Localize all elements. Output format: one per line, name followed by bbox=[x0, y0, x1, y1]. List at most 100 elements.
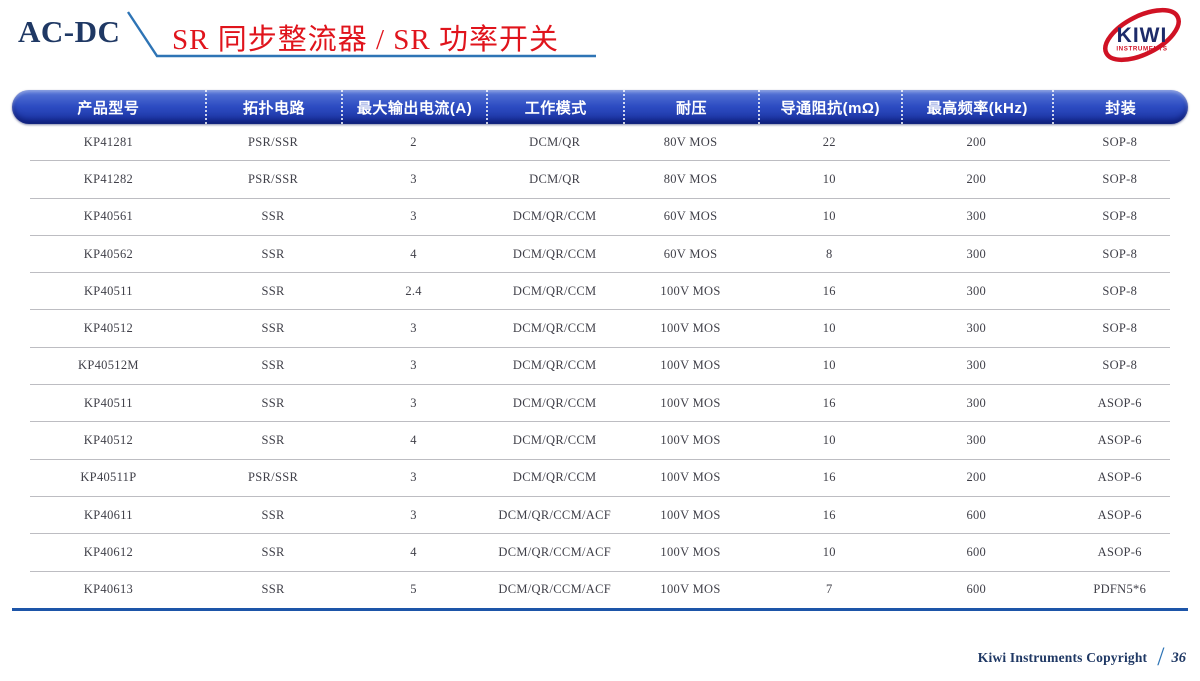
table-cell: SOP-8 bbox=[1052, 135, 1188, 150]
table-cell: SOP-8 bbox=[1052, 247, 1188, 262]
table-cell: KP40562 bbox=[12, 247, 205, 262]
table-cell: DCM/QR/CCM bbox=[486, 358, 624, 373]
table-cell: 3 bbox=[341, 209, 486, 224]
table-cell: SOP-8 bbox=[1052, 284, 1188, 299]
table-row: KP41281PSR/SSR2DCM/QR80V MOS22200SOP-8 bbox=[12, 124, 1188, 160]
table-cell: 200 bbox=[901, 470, 1052, 485]
table-cell: 10 bbox=[758, 433, 901, 448]
table-body: KP41281PSR/SSR2DCM/QR80V MOS22200SOP-8KP… bbox=[12, 124, 1188, 611]
table-cell: KP40512 bbox=[12, 321, 205, 336]
table-row: KP40511SSR2.4DCM/QR/CCM100V MOS16300SOP-… bbox=[12, 273, 1188, 309]
table-row: KP41282PSR/SSR3DCM/QR80V MOS10200SOP-8 bbox=[12, 161, 1188, 197]
table-cell: PDFN5*6 bbox=[1052, 582, 1188, 597]
table-cell: PSR/SSR bbox=[205, 135, 341, 150]
logo-subtitle-text: INSTRUMENTS bbox=[1116, 46, 1167, 53]
table-cell: 3 bbox=[341, 321, 486, 336]
table-cell: 5 bbox=[341, 582, 486, 597]
page-title: SR 同步整流器 / SR 功率开关 bbox=[172, 16, 559, 58]
table-cell: DCM/QR/CCM bbox=[486, 247, 624, 262]
table-cell: 3 bbox=[341, 172, 486, 187]
table-cell: 60V MOS bbox=[623, 247, 757, 262]
table-row: KP40512MSSR3DCM/QR/CCM100V MOS10300SOP-8 bbox=[12, 348, 1188, 384]
table-cell: KP40561 bbox=[12, 209, 205, 224]
table-cell: 2 bbox=[341, 135, 486, 150]
page-footer: Kiwi Instruments Copyright / 36 bbox=[978, 645, 1186, 671]
table-cell: ASOP-6 bbox=[1052, 433, 1188, 448]
table-cell: SOP-8 bbox=[1052, 172, 1188, 187]
table-cell: 100V MOS bbox=[623, 358, 757, 373]
kiwi-logo-graphic: KIWI INSTRUMENTS bbox=[1092, 4, 1192, 68]
table-cell: SSR bbox=[205, 508, 341, 523]
table-cell: 4 bbox=[341, 247, 486, 262]
table-cell: ASOP-6 bbox=[1052, 508, 1188, 523]
table-cell: 16 bbox=[758, 470, 901, 485]
table-cell: SSR bbox=[205, 545, 341, 560]
table-row: KP40512SSR4DCM/QR/CCM100V MOS10300ASOP-6 bbox=[12, 422, 1188, 458]
page-number: 36 bbox=[1172, 650, 1187, 667]
table-header-row: 产品型号拓扑电路最大输出电流(A)工作模式耐压导通阻抗(mΩ)最高频率(kHz)… bbox=[12, 90, 1188, 124]
table-cell: 200 bbox=[901, 172, 1052, 187]
table-cell: DCM/QR/CCM bbox=[486, 396, 624, 411]
slide: AC-DC SR 同步整流器 / SR 功率开关 KIWI INSTRUMENT… bbox=[0, 0, 1200, 681]
table-cell: 10 bbox=[758, 172, 901, 187]
table-cell: SSR bbox=[205, 209, 341, 224]
table-cell: 10 bbox=[758, 358, 901, 373]
table-cell: ASOP-6 bbox=[1052, 545, 1188, 560]
category-title: AC-DC bbox=[18, 14, 120, 50]
table-cell: DCM/QR/CCM bbox=[486, 321, 624, 336]
table-cell: 300 bbox=[901, 321, 1052, 336]
table-cell: 10 bbox=[758, 209, 901, 224]
table-row: KP40511PPSR/SSR3DCM/QR/CCM100V MOS16200A… bbox=[12, 460, 1188, 496]
table-row: KP40612SSR4DCM/QR/CCM/ACF100V MOS10600AS… bbox=[12, 534, 1188, 570]
table-cell: 60V MOS bbox=[623, 209, 757, 224]
table-cell: KP40512 bbox=[12, 433, 205, 448]
column-header: 封装 bbox=[1052, 90, 1188, 124]
column-header: 最大输出电流(A) bbox=[341, 90, 486, 124]
table-cell: PSR/SSR bbox=[205, 172, 341, 187]
table-cell: SOP-8 bbox=[1052, 358, 1188, 373]
column-header: 耐压 bbox=[623, 90, 757, 124]
table-cell: SSR bbox=[205, 396, 341, 411]
table-cell: 10 bbox=[758, 321, 901, 336]
table-cell: SSR bbox=[205, 321, 341, 336]
table-cell: 600 bbox=[901, 508, 1052, 523]
table-cell: 300 bbox=[901, 433, 1052, 448]
table-cell: 100V MOS bbox=[623, 582, 757, 597]
table-cell: KP41282 bbox=[12, 172, 205, 187]
copyright-text: Kiwi Instruments Copyright bbox=[978, 650, 1147, 666]
table-cell: 100V MOS bbox=[623, 470, 757, 485]
table-cell: 600 bbox=[901, 582, 1052, 597]
table-row: KP40562SSR4DCM/QR/CCM60V MOS8300SOP-8 bbox=[12, 236, 1188, 272]
table-cell: 100V MOS bbox=[623, 321, 757, 336]
column-header: 产品型号 bbox=[12, 90, 205, 124]
table-cell: 10 bbox=[758, 545, 901, 560]
table-cell: 4 bbox=[341, 545, 486, 560]
table-cell: 300 bbox=[901, 284, 1052, 299]
table-cell: SOP-8 bbox=[1052, 209, 1188, 224]
table-cell: 2.4 bbox=[341, 284, 486, 299]
table-cell: SSR bbox=[205, 247, 341, 262]
table-cell: SSR bbox=[205, 433, 341, 448]
table-row: KP40611SSR3DCM/QR/CCM/ACF100V MOS16600AS… bbox=[12, 497, 1188, 533]
table-cell: 300 bbox=[901, 396, 1052, 411]
table-cell: 3 bbox=[341, 508, 486, 523]
table-cell: PSR/SSR bbox=[205, 470, 341, 485]
table-cell: 300 bbox=[901, 209, 1052, 224]
table-cell: ASOP-6 bbox=[1052, 470, 1188, 485]
table-cell: SOP-8 bbox=[1052, 321, 1188, 336]
table-cell: 100V MOS bbox=[623, 396, 757, 411]
table-cell: 300 bbox=[901, 247, 1052, 262]
table-row: KP40561SSR3DCM/QR/CCM60V MOS10300SOP-8 bbox=[12, 199, 1188, 235]
table-cell: SSR bbox=[205, 358, 341, 373]
column-header: 拓扑电路 bbox=[205, 90, 341, 124]
table-cell: 200 bbox=[901, 135, 1052, 150]
table-cell: ASOP-6 bbox=[1052, 396, 1188, 411]
table-cell: DCM/QR/CCM/ACF bbox=[486, 545, 624, 560]
table-cell: DCM/QR/CCM bbox=[486, 284, 624, 299]
table-cell: KP40511 bbox=[12, 396, 205, 411]
table-cell: 600 bbox=[901, 545, 1052, 560]
product-table: 产品型号拓扑电路最大输出电流(A)工作模式耐压导通阻抗(mΩ)最高频率(kHz)… bbox=[12, 90, 1188, 611]
table-cell: KP40613 bbox=[12, 582, 205, 597]
table-cell: 3 bbox=[341, 396, 486, 411]
table-cell: SSR bbox=[205, 582, 341, 597]
